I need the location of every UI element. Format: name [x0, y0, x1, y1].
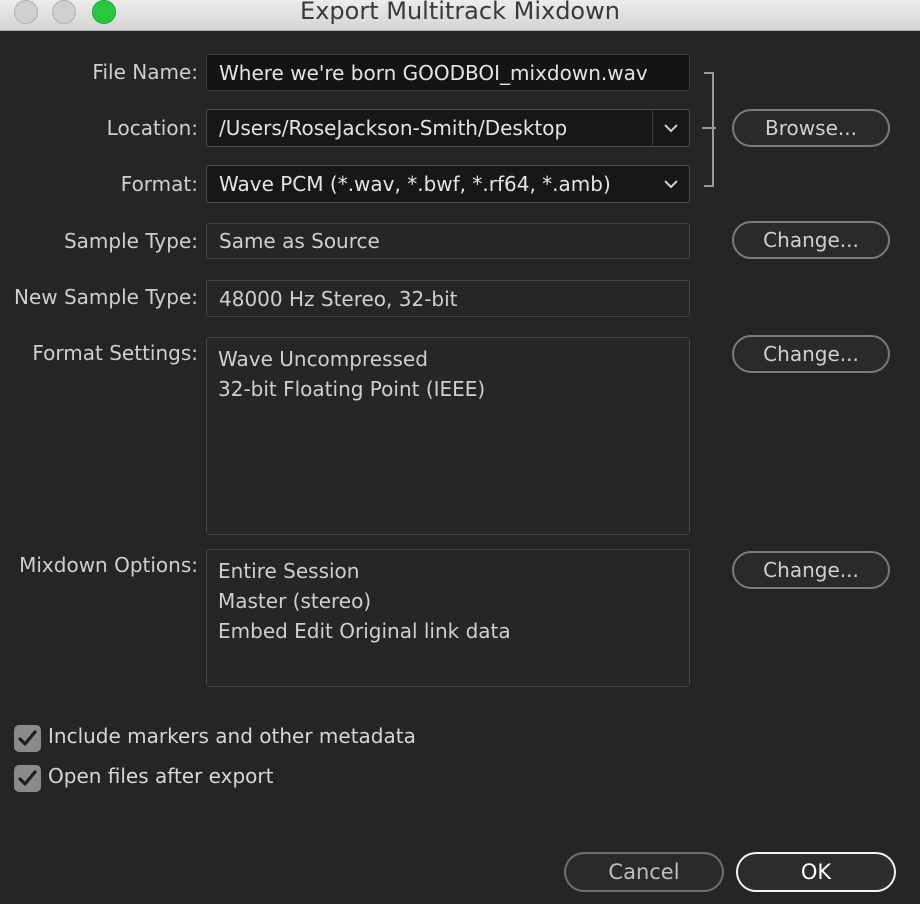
mixdown-options-line: Entire Session [218, 559, 360, 583]
sample-type-field: Same as Source [206, 223, 690, 259]
window-title: Export Multitrack Mixdown [300, 0, 620, 25]
format-dropdown[interactable]: Wave PCM (*.wav, *.bwf, *.rf64, *.amb) [206, 165, 690, 203]
export-dialog: Export Multitrack Mixdown File Name: Whe… [0, 0, 920, 904]
include-markers-label[interactable]: Include markers and other metadata [48, 724, 416, 748]
include-markers-checkbox[interactable] [14, 725, 41, 752]
sample-type-label: Sample Type: [63, 229, 198, 253]
format-settings-change-button[interactable]: Change... [732, 335, 890, 373]
dropdown-divider [652, 110, 653, 146]
mixdown-options-line: Embed Edit Original link data [218, 619, 511, 643]
format-settings-line: 32-bit Floating Point (IEEE) [218, 377, 486, 401]
linked-fields-bracket-tick [702, 127, 716, 129]
file-name-value: Where we're born GOODBOI_mixdown.wav [219, 60, 648, 85]
format-value: Wave PCM (*.wav, *.bwf, *.rf64, *.amb) [219, 172, 611, 196]
mixdown-options-field: Entire Session Master (stereo) Embed Edi… [206, 549, 690, 687]
checkmark-icon [18, 730, 37, 746]
format-settings-field: Wave Uncompressed 32-bit Floating Point … [206, 337, 690, 535]
location-dropdown[interactable]: /Users/RoseJackson-Smith/Desktop [206, 109, 690, 147]
ok-button[interactable]: OK [736, 852, 896, 892]
file-name-label: File Name: [92, 60, 198, 84]
cancel-button[interactable]: Cancel [564, 852, 724, 892]
location-label: Location: [106, 116, 198, 140]
location-value: /Users/RoseJackson-Smith/Desktop [219, 116, 568, 140]
new-sample-type-value: 48000 Hz Stereo, 32-bit [219, 286, 458, 311]
checkmark-icon [18, 770, 37, 786]
open-files-checkbox[interactable] [14, 765, 41, 792]
format-label: Format: [120, 172, 198, 196]
mixdown-options-line: Master (stereo) [218, 589, 372, 613]
new-sample-type-field: 48000 Hz Stereo, 32-bit [206, 280, 690, 317]
chevron-down-icon[interactable] [662, 175, 680, 193]
sample-type-change-button[interactable]: Change... [732, 221, 890, 259]
browse-button[interactable]: Browse... [732, 109, 890, 147]
linked-fields-bracket [704, 72, 714, 187]
title-bar: Export Multitrack Mixdown [0, 0, 920, 31]
open-files-label[interactable]: Open files after export [48, 764, 273, 788]
chevron-down-icon[interactable] [662, 119, 680, 137]
mixdown-options-label: Mixdown Options: [19, 553, 198, 577]
new-sample-type-label: New Sample Type: [13, 285, 198, 309]
file-name-input[interactable]: Where we're born GOODBOI_mixdown.wav [206, 54, 690, 91]
format-settings-line: Wave Uncompressed [218, 347, 428, 371]
sample-type-value: Same as Source [219, 229, 380, 253]
format-settings-label: Format Settings: [32, 341, 198, 365]
mixdown-options-change-button[interactable]: Change... [732, 551, 890, 589]
